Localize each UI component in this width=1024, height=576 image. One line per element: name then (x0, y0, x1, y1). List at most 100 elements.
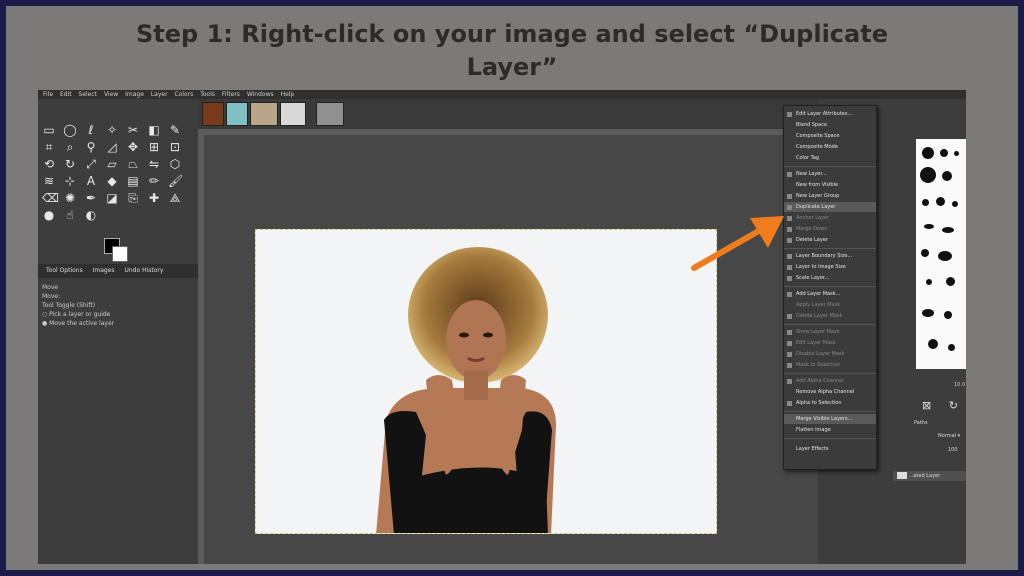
option-pick-layer[interactable]: ○ Pick a layer or guide (42, 310, 114, 319)
menu-item-composite-space[interactable]: Composite Space (784, 131, 876, 141)
menu-item-new-layer-group[interactable]: New Layer Group (784, 191, 876, 201)
lasso-icon[interactable]: ℓ (84, 123, 98, 137)
shear-icon[interactable]: ▱ (105, 157, 119, 171)
menu-item-add-layer-mask[interactable]: Add Layer Mask... (784, 289, 876, 299)
canvas-area[interactable] (198, 129, 818, 564)
warp-icon[interactable]: ≋ (42, 174, 56, 188)
heal-icon[interactable]: ✚ (147, 191, 161, 205)
scissors-icon[interactable]: ✂ (126, 123, 140, 137)
flip-icon[interactable]: ⇋ (147, 157, 161, 171)
ink-icon[interactable]: ✒ (84, 191, 98, 205)
menu-item-merge-visible-layers[interactable]: Merge Visible Layers... (784, 414, 876, 424)
menu-colors[interactable]: Colors (175, 91, 194, 98)
color-picker-icon[interactable]: ⌕ (63, 140, 77, 154)
opacity-field[interactable]: 100 (948, 447, 958, 453)
crop-frame-icon[interactable]: ⊡ (168, 140, 182, 154)
menu-file[interactable]: File (43, 91, 53, 98)
airbrush-icon[interactable]: ✺ (63, 191, 77, 205)
menu-item-edit-layer-attributes[interactable]: Edit Layer Attributes... (784, 109, 876, 119)
menu-item-remove-alpha-channel[interactable]: Remove Alpha Channel (784, 387, 876, 397)
menu-edit[interactable]: Edit (60, 91, 72, 98)
mode-select[interactable]: Normal ▾ (938, 433, 960, 439)
text-icon[interactable]: A (84, 174, 98, 188)
menu-item-new-layer[interactable]: New Layer... (784, 169, 876, 179)
menu-item-alpha-to-selection[interactable]: Alpha to Selection (784, 398, 876, 408)
menu-item-add-alpha-channel[interactable]: Add Alpha Channel (784, 376, 876, 386)
unified-transform-icon[interactable]: ⟲ (42, 157, 56, 171)
menu-image[interactable]: Image (125, 91, 144, 98)
rotate-icon[interactable]: ↻ (63, 157, 77, 171)
perspective-icon[interactable]: ⏢ (126, 157, 140, 171)
gradient-icon[interactable]: ▤ (126, 174, 140, 188)
menu-select[interactable]: Select (79, 91, 98, 98)
brushes-panel[interactable] (916, 139, 966, 369)
fuzzy-select-icon[interactable]: ✧ (105, 123, 119, 137)
gimp-window: File Edit Select View Image Layer Colors… (38, 90, 966, 564)
tab-undo-history[interactable]: Undo History (124, 267, 163, 274)
menu-item-color-tag[interactable]: Color Tag (784, 153, 876, 163)
image-tab[interactable] (202, 102, 224, 126)
bucket-fill-icon[interactable]: ◆ (105, 174, 119, 188)
paintbrush-icon[interactable]: 🖌 (168, 174, 183, 188)
image-tab[interactable] (250, 102, 278, 126)
menu-item-show-layer-mask[interactable]: Show Layer Mask (784, 327, 876, 337)
menu-item-composite-mode[interactable]: Composite Mode (784, 142, 876, 152)
clone-icon[interactable]: ⎘ (126, 191, 140, 205)
cage-icon[interactable]: ⬡ (168, 157, 182, 171)
menu-item-new-from-visible[interactable]: New from Visible (784, 180, 876, 190)
menu-item-merge-down[interactable]: Merge Down (784, 224, 876, 234)
move-label: Move: (42, 293, 61, 300)
menu-item-delete-layer[interactable]: Delete Layer (784, 235, 876, 245)
dodge-burn-icon[interactable]: ◐ (84, 208, 98, 222)
menu-item-mask-to-selection[interactable]: Mask to Selection (784, 360, 876, 370)
ellipse-select-icon[interactable]: ◯ (63, 123, 77, 137)
foreground-select-icon[interactable]: ◧ (147, 123, 161, 137)
tab-tool-options[interactable]: Tool Options (46, 267, 83, 274)
move-icon[interactable]: ✥ (126, 140, 140, 154)
menu-item-flatten-image[interactable]: Flatten Image (784, 425, 876, 435)
delete-icon[interactable]: ⊠ (922, 399, 931, 412)
menu-item-scale-layer[interactable]: Scale Layer... (784, 273, 876, 283)
menu-item-blend-space[interactable]: Blend Space (784, 120, 876, 130)
perspective-clone-icon[interactable]: ⟁ (168, 191, 182, 205)
menu-item-duplicate-layer[interactable]: Duplicate Layer (784, 202, 876, 212)
menu-item-apply-layer-mask[interactable]: Apply Layer Mask (784, 300, 876, 310)
menu-item-edit-layer-mask[interactable]: Edit Layer Mask (784, 338, 876, 348)
paths-icon[interactable]: ✎ (168, 123, 182, 137)
blur-icon[interactable]: ● (42, 208, 56, 222)
refresh-icon[interactable]: ↻ (949, 399, 958, 412)
rect-select-icon[interactable]: ▭ (42, 123, 56, 137)
tab-paths[interactable]: Paths (914, 420, 928, 426)
image-tab[interactable] (280, 102, 306, 126)
menu-item-layer-to-image-size[interactable]: Layer to Image Size (784, 262, 876, 272)
image-tab[interactable] (226, 102, 248, 126)
menu-filters[interactable]: Filters (222, 91, 240, 98)
menu-item-layer-effects[interactable]: Layer Effects (784, 444, 876, 454)
menu-layer[interactable]: Layer (151, 91, 168, 98)
align-icon[interactable]: ⊞ (147, 140, 161, 154)
option-move-active[interactable]: ● Move the active layer (42, 319, 114, 328)
image-tab-active[interactable] (316, 102, 344, 126)
menu-item-anchor-layer[interactable]: Anchor Layer (784, 213, 876, 223)
pencil-icon[interactable]: ✏ (147, 174, 161, 188)
handle-transform-icon[interactable]: ⊹ (63, 174, 77, 188)
menu-tools[interactable]: Tools (200, 91, 215, 98)
layer-row[interactable]: ...ated Layer (893, 471, 966, 481)
mypaint-brush-icon[interactable]: ◪ (105, 191, 119, 205)
scale-icon[interactable]: ⤢ (84, 157, 98, 171)
zoom-icon[interactable]: ⚲ (84, 140, 98, 154)
menu-item-layer-boundary-size[interactable]: Layer Boundary Size... (784, 251, 876, 261)
smudge-icon[interactable]: ☝ (63, 208, 77, 222)
menu-item-disable-layer-mask[interactable]: Disable Layer Mask (784, 349, 876, 359)
menu-help[interactable]: Help (281, 91, 295, 98)
crop-icon[interactable]: ⌗ (42, 140, 56, 154)
tab-images[interactable]: Images (93, 267, 115, 274)
menu-item-delete-layer-mask[interactable]: Delete Layer Mask (784, 311, 876, 321)
menu-view[interactable]: View (104, 91, 118, 98)
image-canvas[interactable] (255, 229, 717, 534)
menu-windows[interactable]: Windows (247, 91, 274, 98)
background-color[interactable] (112, 246, 128, 262)
measure-icon[interactable]: ◿ (105, 140, 119, 154)
eraser-icon[interactable]: ⌫ (42, 191, 59, 205)
color-swatches[interactable] (104, 238, 128, 262)
